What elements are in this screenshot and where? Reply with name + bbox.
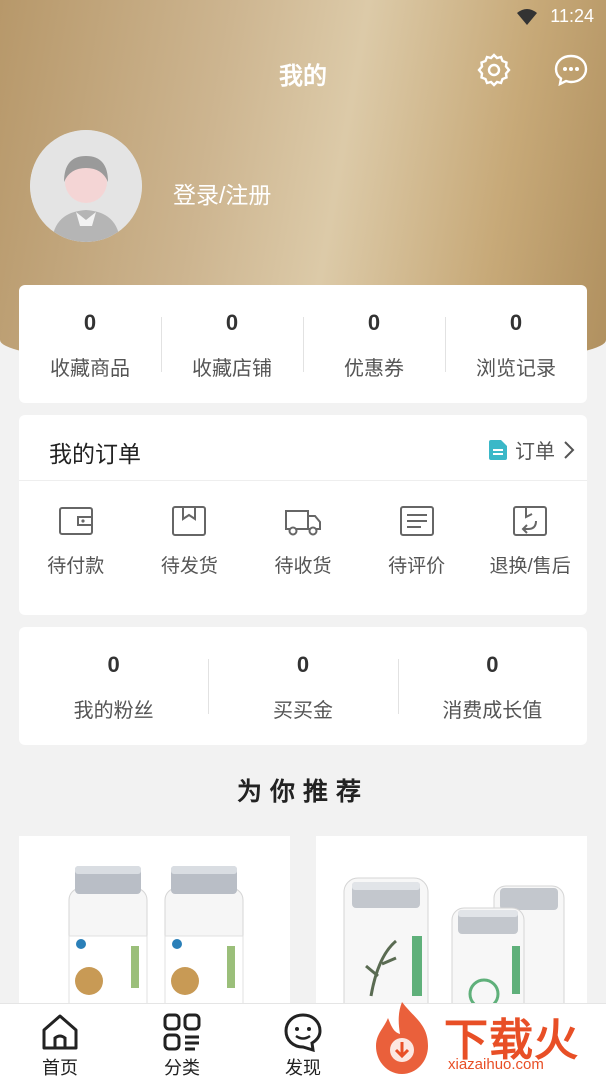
growth-stats-card: 0 我的粉丝 0 买买金 0 消费成长值 — [19, 627, 587, 745]
wifi-icon — [517, 9, 537, 25]
stat-value: 0 — [486, 652, 499, 677]
stat-value: 0 — [107, 652, 120, 677]
tab-label: 发现 — [285, 1058, 321, 1078]
watermark-url: xiazaihuo.com — [448, 1056, 544, 1073]
default-avatar-icon — [30, 130, 142, 242]
stat-value: 0 — [83, 310, 97, 335]
product-image — [68, 866, 244, 1016]
home-icon — [42, 1014, 78, 1050]
favorites-stats-card: 0 收藏商品 0 收藏店铺 0 优惠券 0 浏览记录 — [19, 285, 587, 403]
order-pending-shipment[interactable]: 待发货 — [133, 481, 247, 578]
order-status-label: 待付款 — [47, 556, 105, 577]
stat-label: 消费成长值 — [442, 700, 543, 722]
order-list-icon — [489, 439, 507, 460]
orders-header: 我的订单 订单 — [19, 415, 587, 481]
order-return-aftersale[interactable]: 退换/售后 — [473, 481, 587, 578]
order-status-row: 待付款 待发货 待收货 待评价 退换/售后 — [19, 481, 587, 578]
stat-label: 我的粉丝 — [73, 700, 154, 722]
stat-label: 收藏商品 — [50, 358, 130, 380]
order-status-label: 待评价 — [388, 556, 446, 577]
stat-value: 0 — [296, 652, 310, 677]
stat-label: 优惠券 — [344, 358, 404, 380]
tab-label: 首页 — [42, 1058, 78, 1078]
product-image — [343, 877, 565, 1016]
order-pending-payment[interactable]: 待付款 — [19, 481, 133, 578]
order-status-label: 待收货 — [274, 556, 332, 577]
order-pending-review[interactable]: 待评价 — [360, 481, 474, 578]
all-orders-label: 订单 — [515, 441, 555, 463]
recommend-section-title: 为你推荐 — [236, 778, 369, 806]
my-orders-card: 我的订单 订单 待付款 待发货 待收货 待评价 退换/售后 — [19, 415, 587, 615]
product-card[interactable] — [19, 836, 290, 1016]
stat-coupons[interactable]: 0 优惠券 — [303, 285, 445, 403]
tab-discover[interactable]: 发现 — [263, 1012, 343, 1080]
stat-my-fans[interactable]: 0 我的粉丝 — [19, 627, 208, 745]
stat-favorite-shops[interactable]: 0 收藏店铺 — [161, 285, 303, 403]
order-pending-receipt[interactable]: 待收货 — [246, 481, 360, 578]
all-orders-link[interactable]: 订单 — [489, 435, 575, 464]
site-watermark: 下载火 xiazaihuo.com — [356, 998, 606, 1080]
stat-growth-value[interactable]: 0 消费成长值 — [397, 627, 587, 745]
status-bar: 11:24 — [0, 0, 606, 34]
stat-label: 浏览记录 — [476, 358, 556, 380]
stat-browse-history[interactable]: 0 浏览记录 — [445, 285, 587, 403]
box-icon — [172, 506, 207, 536]
review-icon — [399, 506, 434, 536]
tab-home[interactable]: 首页 — [20, 1012, 100, 1080]
stat-value: 0 — [225, 310, 239, 335]
stat-maimai-gold[interactable]: 0 买买金 — [208, 627, 397, 745]
settings-icon[interactable] — [476, 52, 512, 88]
page-title: 我的 — [279, 63, 327, 90]
chevron-right-icon — [564, 440, 575, 459]
stat-favorite-goods[interactable]: 0 收藏商品 — [19, 285, 161, 403]
product-card[interactable] — [316, 836, 587, 1016]
stat-label: 买买金 — [272, 700, 333, 722]
order-status-label: 退换/售后 — [489, 556, 571, 577]
orders-title: 我的订单 — [49, 441, 141, 467]
stat-label: 收藏店铺 — [192, 358, 272, 380]
return-icon — [513, 506, 548, 536]
message-icon[interactable] — [553, 52, 589, 88]
wallet-icon — [58, 507, 93, 535]
discover-icon — [284, 1013, 322, 1052]
stat-value: 0 — [509, 310, 523, 335]
stat-value: 0 — [367, 310, 381, 335]
status-time: 11:24 — [550, 6, 594, 26]
flame-logo-icon — [376, 1002, 428, 1074]
order-status-label: 待发货 — [160, 556, 218, 577]
tab-label: 分类 — [164, 1058, 200, 1078]
login-register-link[interactable]: 登录/注册 — [173, 176, 271, 210]
category-icon — [163, 1013, 201, 1051]
avatar[interactable] — [30, 130, 142, 242]
tab-category[interactable]: 分类 — [142, 1012, 222, 1080]
truck-icon — [284, 510, 321, 536]
